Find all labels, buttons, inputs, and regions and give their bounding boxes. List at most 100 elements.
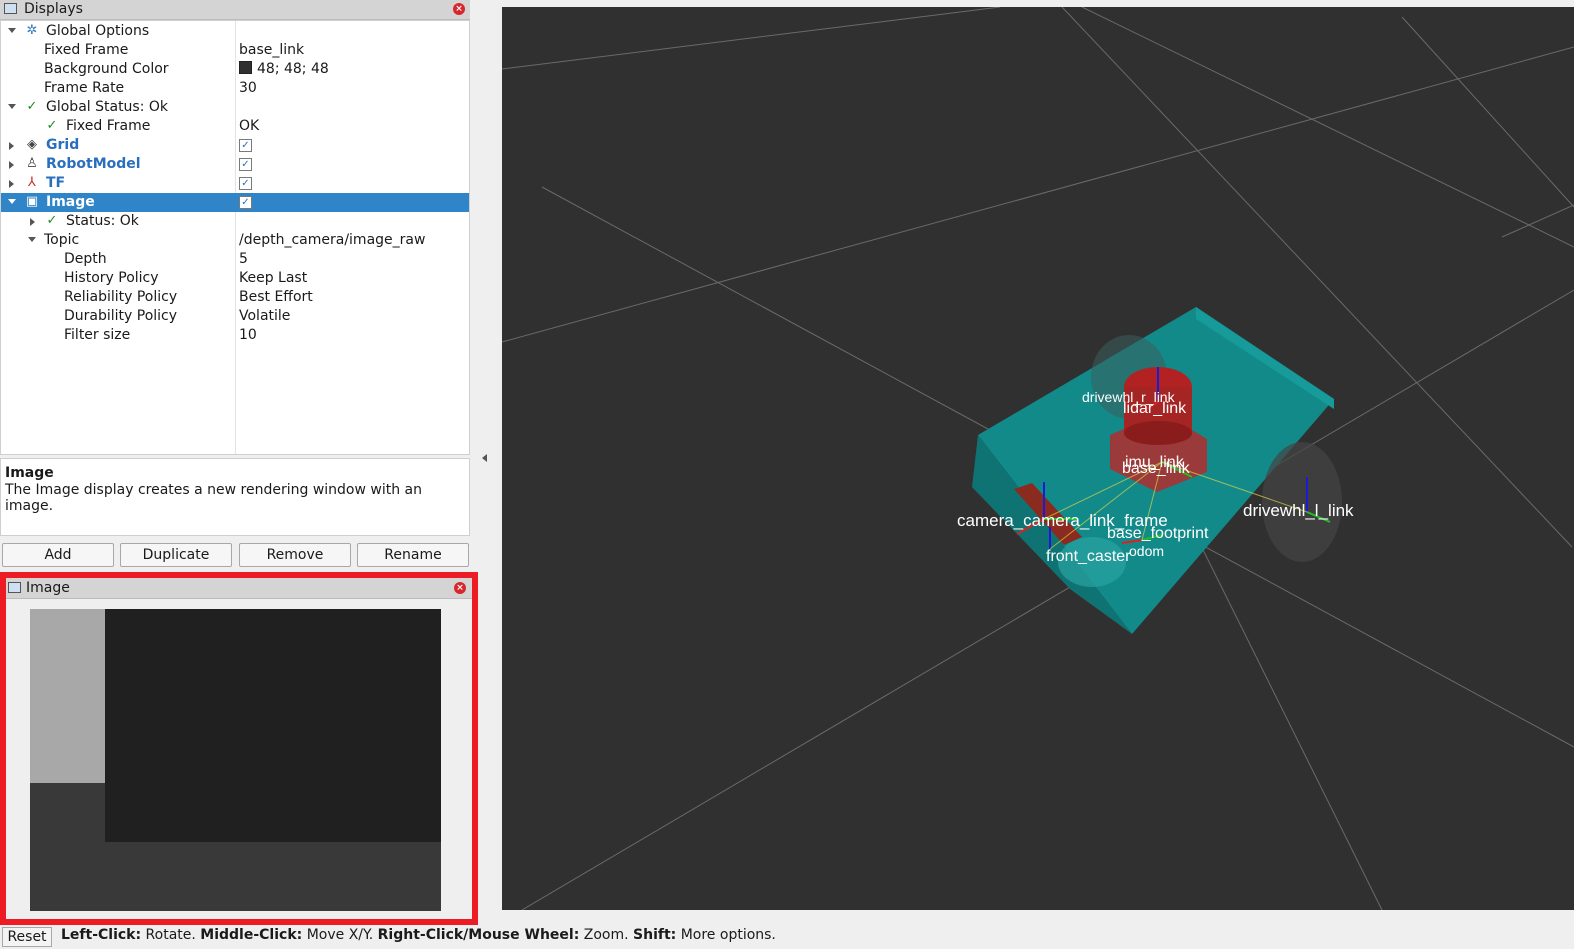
tree-item-frame-rate[interactable]: Frame Rate 30	[1, 79, 469, 98]
grid-enabled-checkbox[interactable]: ✓	[239, 139, 252, 152]
chevron-right-icon[interactable]	[9, 161, 14, 169]
frame-label: front_caster	[1046, 548, 1131, 565]
frame-label: base_footprint	[1107, 525, 1209, 542]
history-policy-value[interactable]: Keep Last	[239, 270, 307, 286]
tree-item-robotmodel[interactable]: ♙ RobotModel ✓	[1, 155, 469, 174]
tree-item-durability-policy[interactable]: Durability Policy Volatile	[1, 307, 469, 326]
displays-panel-title: Displays	[24, 1, 83, 17]
tree-item-tf[interactable]: ⅄ TF ✓	[1, 174, 469, 193]
tree-item-global-status[interactable]: ✓ Global Status: Ok	[1, 98, 469, 117]
description-title: Image	[5, 465, 54, 481]
tree-item-grid[interactable]: ◈ Grid ✓	[1, 136, 469, 155]
tree-item-topic[interactable]: Topic /depth_camera/image_raw	[1, 231, 469, 250]
tree-item-label: History Policy	[64, 270, 159, 286]
tree-item-filter-size[interactable]: Filter size 10	[1, 326, 469, 345]
gear-icon: ✲	[26, 23, 38, 38]
chevron-right-icon[interactable]	[30, 218, 35, 226]
tree-item-label: Grid	[46, 137, 80, 153]
background-color-value[interactable]: 48; 48; 48	[239, 61, 329, 77]
tree-item-global-options[interactable]: ✲ Global Options	[1, 22, 469, 41]
hint-key: Left-Click:	[61, 927, 142, 943]
hint-key: Right-Click/Mouse Wheel:	[377, 927, 580, 943]
displays-tree: ✲ Global Options Fixed Frame base_link B…	[0, 20, 470, 455]
frame-rate-value[interactable]: 30	[239, 80, 257, 96]
camera-image	[30, 609, 441, 911]
image-panel-titlebar: Image ×	[6, 578, 472, 599]
3d-scene[interactable]: drivewhl_r_link lidar_link imu_link base…	[502, 7, 1574, 910]
tree-item-label: Depth	[64, 251, 107, 267]
tree-item-history-policy[interactable]: History Policy Keep Last	[1, 269, 469, 288]
remove-button[interactable]: Remove	[239, 543, 351, 567]
tree-item-label: TF	[46, 175, 66, 191]
checkmark-icon: ✓	[46, 118, 58, 133]
close-icon[interactable]: ×	[454, 582, 466, 594]
filter-size-value[interactable]: 10	[239, 327, 257, 343]
chevron-down-icon[interactable]	[8, 28, 16, 33]
hint-action: Move X/Y.	[302, 927, 378, 943]
frame-label: base_link	[1122, 460, 1191, 477]
chevron-right-icon[interactable]	[9, 142, 14, 150]
hint-key: Middle-Click:	[200, 927, 303, 943]
hint-action: Rotate.	[141, 927, 201, 943]
reliability-policy-value[interactable]: Best Effort	[239, 289, 313, 305]
chevron-down-icon[interactable]	[8, 104, 16, 109]
image-icon	[8, 582, 21, 593]
frame-label: drivewhl_l_link	[1243, 501, 1354, 520]
tree-item-image[interactable]: ▣ Image ✓	[1, 193, 469, 212]
frame-label: odom	[1129, 543, 1164, 559]
chevron-down-icon[interactable]	[8, 199, 16, 204]
hint-key: Shift:	[633, 927, 677, 943]
background-color-text: 48; 48; 48	[257, 61, 329, 77]
rename-button[interactable]: Rename	[357, 543, 469, 567]
tree-item-background-color[interactable]: Background Color 48; 48; 48	[1, 60, 469, 79]
tree-item-label: Durability Policy	[64, 308, 178, 324]
monitor-icon	[4, 3, 17, 14]
image-icon: ▣	[25, 194, 39, 209]
tree-item-label: Global Status: Ok	[46, 99, 169, 115]
fixed-frame-value[interactable]: base_link	[239, 42, 304, 58]
tree-item-label: Fixed Frame	[66, 118, 151, 134]
reset-button[interactable]: Reset	[2, 927, 52, 947]
camera-image-render	[30, 609, 441, 911]
tf-enabled-checkbox[interactable]: ✓	[239, 177, 252, 190]
tree-item-label: Status: Ok	[66, 213, 139, 229]
frame-label: lidar_link	[1123, 400, 1187, 417]
tree-item-fixed-frame[interactable]: Fixed Frame base_link	[1, 41, 469, 60]
topic-value[interactable]: /depth_camera/image_raw	[239, 232, 425, 248]
checkmark-icon: ✓	[26, 99, 38, 114]
duplicate-button[interactable]: Duplicate	[120, 543, 232, 567]
robot-icon: ♙	[26, 156, 38, 171]
tree-item-label: Global Options	[46, 23, 150, 39]
checkmark-icon: ✓	[46, 213, 58, 228]
durability-policy-value[interactable]: Volatile	[239, 308, 290, 324]
add-button[interactable]: Add	[2, 543, 114, 567]
hint-action: Zoom.	[579, 927, 634, 943]
tree-item-reliability-policy[interactable]: Reliability Policy Best Effort	[1, 288, 469, 307]
chevron-down-icon[interactable]	[28, 237, 36, 242]
tree-item-label: Reliability Policy	[64, 289, 178, 305]
status-bar: Reset Left-Click: Rotate. Middle-Click: …	[0, 925, 1574, 949]
tree-item-label: Background Color	[44, 61, 169, 77]
image-panel-highlight: Image ×	[0, 572, 478, 925]
grid-icon: ◈	[27, 137, 37, 152]
color-swatch	[239, 61, 252, 74]
collapse-panel-handle[interactable]	[482, 454, 487, 462]
image-enabled-checkbox[interactable]: ✓	[239, 196, 252, 209]
tree-item-depth[interactable]: Depth 5	[1, 250, 469, 269]
close-icon[interactable]: ×	[453, 3, 465, 15]
tree-item-label: RobotModel	[46, 156, 141, 172]
tree-item-image-status[interactable]: ✓ Status: Ok	[1, 212, 469, 231]
hint-action: More options.	[676, 927, 776, 943]
tree-item-label: Topic	[44, 232, 80, 248]
chevron-right-icon[interactable]	[9, 180, 14, 188]
tree-item-fixed-frame-status[interactable]: ✓ Fixed Frame OK	[1, 117, 469, 136]
displays-panel-titlebar: Displays ×	[0, 0, 470, 20]
description-text: The Image display creates a new renderin…	[5, 482, 423, 514]
depth-value[interactable]: 5	[239, 251, 248, 267]
axes-icon: ⅄	[28, 175, 36, 190]
tree-item-label: Filter size	[64, 327, 131, 343]
robotmodel-enabled-checkbox[interactable]: ✓	[239, 158, 252, 171]
tree-item-label: Image	[46, 194, 95, 210]
3d-viewport[interactable]: drivewhl_r_link lidar_link imu_link base…	[502, 7, 1574, 910]
description-box: Image The Image display creates a new re…	[0, 458, 470, 536]
